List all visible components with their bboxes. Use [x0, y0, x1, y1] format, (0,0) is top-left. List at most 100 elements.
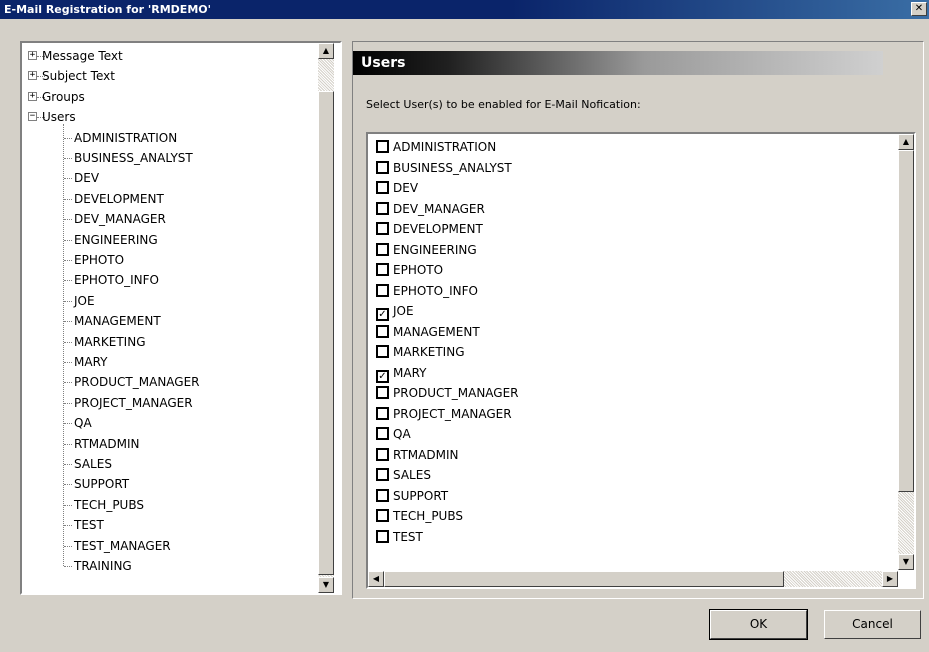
checklist-scroll-thumb[interactable] — [898, 150, 914, 492]
checkbox-icon[interactable] — [376, 201, 389, 215]
tree-expander-icon[interactable]: + — [28, 51, 37, 60]
checklist-scroll-up-button[interactable]: ▲ — [898, 134, 914, 150]
close-button[interactable]: ✕ — [911, 2, 927, 16]
checkbox-icon[interactable] — [376, 447, 389, 461]
tree-expander-icon[interactable]: + — [28, 91, 37, 101]
checkbox-icon[interactable] — [376, 160, 389, 174]
checklist-vscrollbar[interactable]: ▲ ▼ — [898, 134, 914, 570]
user-checklist[interactable]: ADMINISTRATION BUSINESS_ANALYST DEV DEV_MAN… — [366, 132, 916, 589]
tree-scrollbar[interactable]: ▲ ▼ — [318, 43, 334, 593]
scroll-thumb[interactable] — [318, 91, 334, 575]
user-checkbox-label: QA — [393, 427, 411, 441]
tree-connector — [64, 158, 72, 159]
tree-node[interactable]: Groups — [42, 87, 85, 107]
user-checkbox-item[interactable]: EPHOTO_INFO — [376, 281, 478, 301]
checkbox-icon[interactable] — [376, 222, 389, 235]
user-checkbox-label: EPHOTO_INFO — [393, 283, 478, 298]
checkbox-icon[interactable] — [376, 242, 389, 256]
checkbox-icon[interactable] — [376, 345, 389, 358]
checkbox-icon[interactable] — [376, 324, 389, 338]
user-checkbox-item[interactable]: PROJECT_MANAGER — [376, 404, 512, 424]
checkbox-icon[interactable] — [376, 427, 389, 440]
tree-user-node[interactable]: QA — [74, 413, 92, 433]
checkbox-icon[interactable] — [376, 509, 389, 522]
tree-user-node[interactable]: TRAINING — [74, 556, 132, 576]
user-checkbox-item[interactable]: BUSINESS_ANALYST — [376, 158, 512, 178]
tree-user-node[interactable]: BUSINESS_ANALYST — [74, 148, 193, 168]
tree-user-node[interactable]: MANAGEMENT — [74, 311, 161, 331]
user-checkbox-item[interactable]: ✓ JOE — [376, 301, 414, 321]
user-checkbox-item[interactable]: ENGINEERING — [376, 240, 477, 260]
tree-user-node[interactable]: RTMADMIN — [74, 434, 139, 454]
checkbox-icon[interactable] — [376, 529, 389, 543]
checkbox-icon[interactable] — [376, 263, 389, 276]
checkbox-icon[interactable] — [376, 386, 389, 399]
user-checkbox-item[interactable]: SALES — [376, 465, 431, 485]
tree-user-node[interactable]: MARY — [74, 352, 107, 372]
tree-user-node[interactable]: PRODUCT_MANAGER — [74, 372, 200, 392]
scroll-up-button[interactable]: ▲ — [318, 43, 334, 59]
user-checkbox-item[interactable]: RTMADMIN — [376, 445, 458, 465]
tree-user-node[interactable]: EPHOTO — [74, 250, 124, 270]
tree-user-node[interactable]: EPHOTO_INFO — [74, 270, 159, 290]
checkbox-icon[interactable] — [376, 488, 389, 502]
user-checkbox-item[interactable]: TEST — [376, 527, 423, 547]
checklist-hscrollbar[interactable]: ◀ ▶ — [368, 571, 898, 587]
checkbox-icon[interactable] — [376, 406, 389, 420]
tree-user-node[interactable]: SALES — [74, 454, 112, 474]
user-checkbox-item[interactable]: TECH_PUBS — [376, 506, 463, 526]
user-checkbox-item[interactable]: ADMINISTRATION — [376, 137, 496, 157]
checkbox-icon[interactable] — [376, 140, 389, 153]
tree-connector — [64, 219, 72, 221]
tree-user-node[interactable]: TECH_PUBS — [74, 495, 144, 515]
user-checkbox-label: EPHOTO — [393, 263, 444, 277]
tree-connector — [64, 198, 72, 200]
ok-button[interactable]: OK — [709, 609, 808, 640]
tree-expander-icon[interactable]: + — [28, 71, 37, 81]
scroll-left-button[interactable]: ◀ — [368, 571, 384, 587]
tree-connector — [64, 239, 72, 241]
checkbox-checked-icon[interactable]: ✓ — [376, 308, 389, 321]
checkbox-checked-icon[interactable]: ✓ — [376, 369, 389, 383]
user-checkbox-item[interactable]: DEVELOPMENT — [376, 219, 483, 239]
tree-user-node[interactable]: PROJECT_MANAGER — [74, 393, 193, 413]
scroll-right-button[interactable]: ▶ — [882, 571, 898, 587]
tree-user-node[interactable]: SUPPORT — [74, 474, 129, 494]
scroll-down-button[interactable]: ▼ — [318, 577, 334, 593]
tree-user-node[interactable]: TEST — [74, 515, 104, 535]
checkbox-icon[interactable] — [376, 283, 389, 297]
tree-connector — [63, 123, 64, 566]
user-checkbox-item[interactable]: SUPPORT — [376, 486, 448, 506]
tree-user-node[interactable]: DEV_MANAGER — [74, 209, 166, 229]
user-checkbox-item[interactable]: MARKETING — [376, 342, 465, 362]
window-title: E-Mail Registration for 'RMDEMO' — [4, 3, 211, 16]
tree-node[interactable]: Users — [42, 107, 76, 127]
user-checkbox-item[interactable]: MANAGEMENT — [376, 322, 480, 342]
user-checkbox-item[interactable]: DEV_MANAGER — [376, 199, 485, 219]
tree-user-node[interactable]: ADMINISTRATION — [74, 128, 177, 148]
cancel-button[interactable]: Cancel — [824, 610, 921, 639]
user-checkbox-item[interactable]: DEV — [376, 178, 418, 198]
navigation-tree[interactable]: + Message Text + Subject Text + Groups − Users A… — [20, 41, 342, 595]
user-checkbox-item[interactable]: ✓ MARY — [376, 363, 426, 383]
tree-connector — [64, 402, 72, 404]
user-checkbox-item[interactable]: QA — [376, 424, 411, 444]
tree-user-node[interactable]: JOE — [74, 291, 95, 311]
user-checkbox-item[interactable]: PRODUCT_MANAGER — [376, 383, 519, 403]
hscroll-thumb[interactable] — [384, 571, 784, 587]
tree-user-node[interactable]: TEST_MANAGER — [74, 536, 171, 556]
user-checkbox-label: ADMINISTRATION — [393, 140, 497, 154]
tree-user-node[interactable]: ENGINEERING — [74, 230, 158, 250]
tree-node[interactable]: Subject Text — [42, 66, 115, 86]
checkbox-icon[interactable] — [376, 181, 389, 194]
tree-node[interactable]: Message Text — [42, 46, 123, 66]
user-checkbox-item[interactable]: EPHOTO — [376, 260, 443, 280]
tree-user-node[interactable]: MARKETING — [74, 332, 146, 352]
tree-user-node[interactable]: DEV — [74, 168, 99, 188]
tree-connector — [64, 423, 72, 425]
checkbox-icon[interactable] — [376, 468, 389, 481]
tree-expander-icon[interactable]: − — [28, 112, 37, 122]
tree-user-node[interactable]: DEVELOPMENT — [74, 189, 164, 209]
user-checkbox-label: MARKETING — [393, 345, 465, 359]
checklist-scroll-down-button[interactable]: ▼ — [898, 554, 914, 570]
